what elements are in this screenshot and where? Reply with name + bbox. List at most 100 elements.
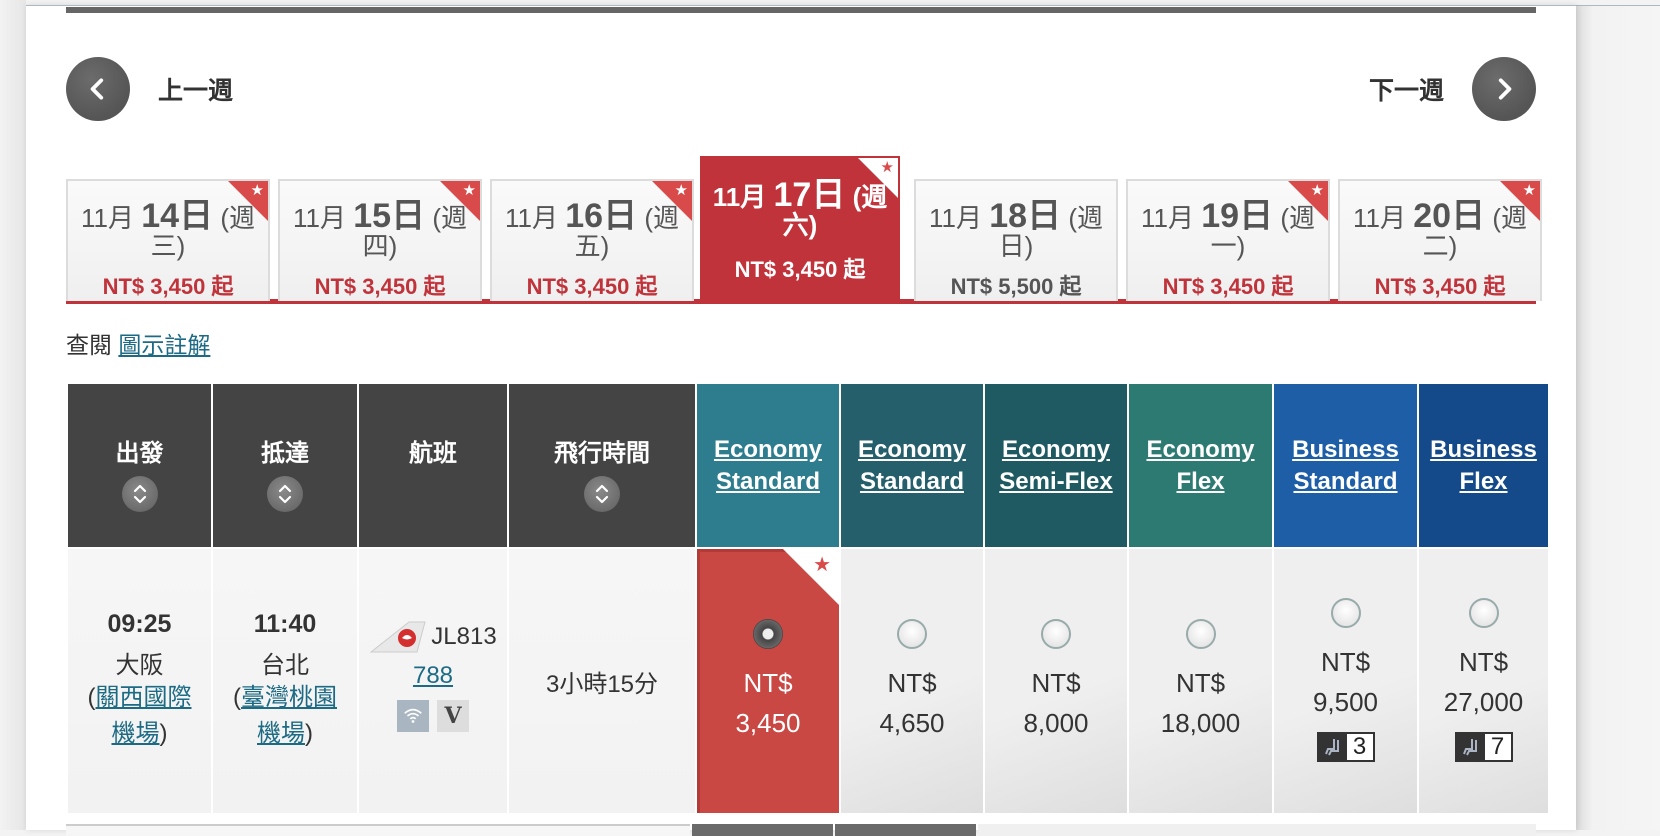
fare-amount: 18,000 — [1160, 708, 1241, 738]
seats-remaining-badge: 3 — [1316, 732, 1375, 762]
fare-class-link[interactable]: Economy Standard — [858, 434, 966, 498]
star-icon: ★ — [813, 554, 831, 576]
duration-cell: 3小時15分 — [509, 549, 695, 813]
date-tab[interactable]: ★ 11月 16日 (週 五) NT$ 3,450 起 — [490, 179, 694, 301]
fare-currency: NT$ — [1458, 647, 1509, 677]
fare-currency: NT$ — [887, 668, 937, 698]
date-tab[interactable]: ★ 11月 19日 (週 一) NT$ 3,450 起 — [1126, 179, 1330, 301]
depart-city: 大阪 — [115, 652, 164, 679]
header-arrive-label: 抵達 — [261, 440, 309, 467]
star-icon: ★ — [674, 182, 688, 199]
fare-amount: 3,450 — [735, 708, 801, 738]
date-tab[interactable]: ★ 11月 20日 (週 二) NT$ 3,450 起 — [1338, 179, 1542, 301]
weekday-label: 一) — [1210, 231, 1246, 261]
magic-entertainment-icon[interactable]: V — [437, 700, 469, 732]
fare-option-economy-flex[interactable]: NT$ 18,000 — [1129, 549, 1272, 813]
fare-option-business-flex[interactable]: NT$ 27,000 7 — [1419, 549, 1548, 813]
next-row-partial — [978, 824, 1536, 836]
wifi-icon[interactable] — [397, 700, 429, 732]
header-flight: 航班 — [359, 384, 507, 547]
weekday-label: 四) — [362, 231, 398, 261]
fare-radio[interactable] — [897, 619, 927, 649]
date-tab[interactable]: ★ 11月 14日 (週 三) NT$ 3,450 起 — [66, 179, 270, 301]
date-lowest-price: NT$ 3,450 起 — [102, 274, 234, 299]
sort-arrive-button[interactable] — [267, 476, 303, 512]
fare-currency: NT$ — [1175, 668, 1226, 698]
weekday-label: 三) — [150, 231, 186, 261]
airline-tail-logo-icon — [369, 621, 426, 653]
flight-selection-page: 上一週 下一週 ★ 11月 14日 (週 三) NT$ 3,450 起 ★ 11月 15日… — [26, 5, 1576, 836]
sort-arrows-icon — [278, 484, 292, 504]
fare-amount: 27,000 — [1443, 687, 1524, 717]
fare-radio[interactable] — [1468, 598, 1499, 628]
seat-icon — [1319, 734, 1347, 760]
arrive-time: 11:40 — [253, 610, 317, 638]
fare-class-link[interactable]: Business Standard — [1292, 434, 1399, 498]
date-tab[interactable]: 11月 18日 (週 日) NT$ 5,500 起 — [914, 179, 1118, 301]
flight-number: JL813 — [431, 623, 497, 650]
fare-option-economy-standard-2[interactable]: NT$ 4,650 — [841, 549, 983, 813]
chevron-left-icon — [66, 57, 130, 121]
header-arrive: 抵達 — [213, 384, 357, 547]
fare-radio[interactable] — [1185, 619, 1216, 649]
date-lowest-price: NT$ 3,450 起 — [1374, 274, 1506, 299]
header-depart-label: 出發 — [115, 440, 164, 467]
fare-header-economy-standard: Economy Standard — [697, 384, 839, 547]
next-week-label: 下一週 — [1368, 77, 1444, 105]
fare-radio-selected[interactable] — [753, 619, 783, 649]
fare-class-link[interactable]: Economy Standard — [714, 434, 822, 498]
fare-amount: 4,650 — [879, 708, 945, 738]
top-divider-bar — [66, 7, 1536, 13]
fare-radio[interactable] — [1330, 598, 1361, 628]
weekday-label: 日) — [998, 231, 1034, 261]
next-week-button[interactable]: 下一週 — [1341, 56, 1536, 122]
legend-line: 查閱 圖示註解 — [66, 326, 210, 360]
star-icon: ★ — [1310, 182, 1324, 199]
arrive-city: 台北 — [261, 652, 309, 679]
weekday-label: 六) — [782, 210, 818, 240]
depart-time: 09:25 — [107, 610, 172, 638]
table-row: 09:25 大阪 (關西國際 機場) 11:40 台北 (臺灣桃園 機場) JL… — [68, 549, 1548, 813]
table-header-row: 出發 抵達 航班 飛行時間 Economy Standard Economy S… — [68, 384, 1548, 547]
seat-icon — [1457, 734, 1485, 760]
seats-remaining-badge: 7 — [1454, 732, 1513, 762]
next-row-partial — [835, 824, 976, 836]
date-tab[interactable]: ★ 11月 17日 (週 六) NT$ 3,450 起 — [700, 156, 900, 301]
flight-fare-table: 出發 抵達 航班 飛行時間 Economy Standard Economy S… — [66, 382, 1550, 815]
fare-option-economy-semi-flex[interactable]: NT$ 8,000 — [985, 549, 1127, 813]
fare-class-link[interactable]: Business Flex — [1430, 434, 1537, 498]
date-label: 11月 18日 (週 — [929, 197, 1103, 235]
arrive-airport-link[interactable]: 臺灣桃園 機場 — [241, 684, 337, 747]
arrive-cell: 11:40 台北 (臺灣桃園 機場) — [213, 549, 357, 813]
fare-amount: 9,500 — [1312, 687, 1379, 717]
header-duration: 飛行時間 — [509, 384, 695, 547]
aircraft-type-link[interactable]: 788 — [359, 662, 507, 690]
sort-duration-button[interactable] — [584, 476, 620, 512]
fare-radio[interactable] — [1041, 619, 1071, 649]
sort-depart-button[interactable] — [121, 476, 158, 512]
star-icon: ★ — [250, 182, 264, 199]
fare-amount: 8,000 — [1023, 708, 1089, 738]
fare-currency: NT$ — [743, 668, 793, 698]
date-tab[interactable]: ★ 11月 15日 (週 四) NT$ 3,450 起 — [278, 179, 482, 301]
fare-header-business-standard: Business Standard — [1274, 384, 1417, 547]
fare-header-economy-flex: Economy Flex — [1129, 384, 1272, 547]
header-flight-label: 航班 — [409, 440, 457, 467]
date-lowest-price: NT$ 3,450 起 — [526, 274, 658, 299]
depart-cell: 09:25 大阪 (關西國際 機場) — [68, 549, 211, 813]
fare-option-business-standard[interactable]: NT$ 9,500 3 — [1274, 549, 1417, 813]
date-lowest-price: NT$ 3,450 起 — [734, 257, 866, 282]
fare-option-economy-standard[interactable]: ★ NT$ 3,450 — [697, 549, 839, 813]
chevron-right-icon — [1472, 57, 1536, 121]
star-icon: ★ — [462, 182, 476, 199]
legend-link[interactable]: 圖示註解 — [118, 332, 210, 358]
flight-number-group: JL813 — [359, 620, 507, 654]
fare-class-link[interactable]: Economy Flex — [1146, 434, 1254, 498]
date-lowest-price: NT$ 3,450 起 — [314, 274, 446, 299]
previous-week-label: 上一週 — [158, 77, 234, 105]
previous-week-button[interactable]: 上一週 — [66, 56, 261, 122]
fare-class-link[interactable]: Economy Semi-Flex — [999, 434, 1112, 498]
weekday-label: 二) — [1422, 231, 1458, 261]
depart-airport-link[interactable]: 關西國際 機場 — [96, 684, 192, 747]
arrive-airport: (臺灣桃園 機場) — [233, 684, 337, 747]
